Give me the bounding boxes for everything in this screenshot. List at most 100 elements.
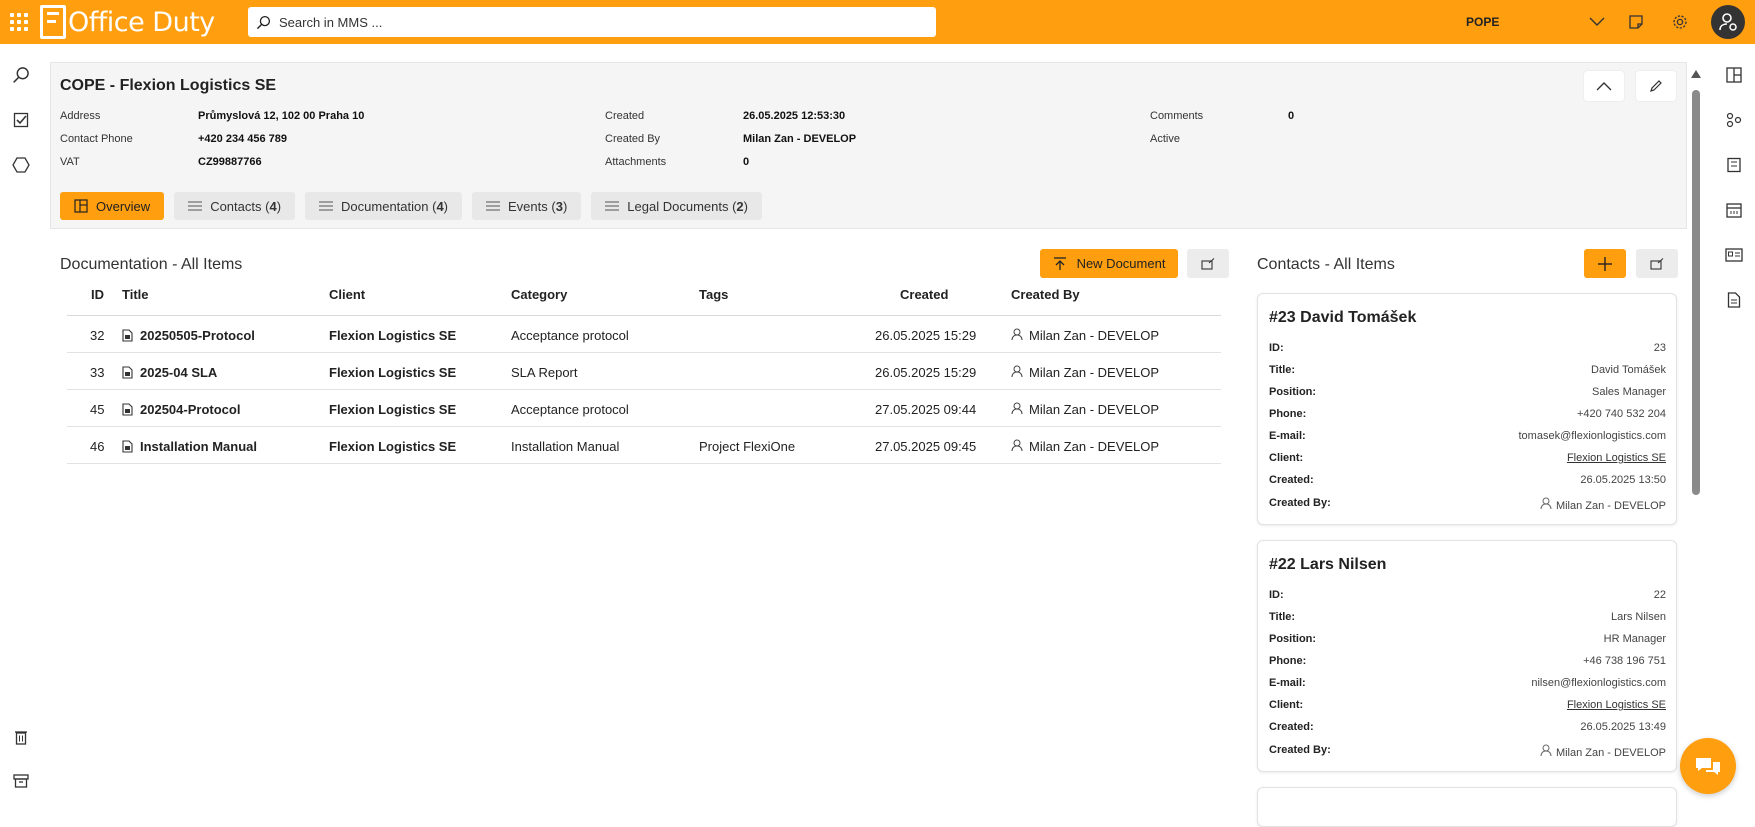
contact-card[interactable] bbox=[1257, 787, 1677, 827]
tab-legal-documents[interactable]: Legal Documents (2) bbox=[591, 192, 762, 220]
logo-mark-icon bbox=[40, 5, 66, 39]
list-icon bbox=[188, 201, 203, 211]
user-icon bbox=[1011, 365, 1023, 378]
plus-icon bbox=[1598, 256, 1612, 271]
contact-field-created: Created: 26.05.2025 13:49 bbox=[1269, 721, 1666, 733]
left-sidebar bbox=[0, 44, 42, 813]
tab-events[interactable]: Events (3) bbox=[472, 192, 582, 220]
calendar-icon[interactable] bbox=[1723, 199, 1745, 221]
tab-documentation[interactable]: Documentation (4) bbox=[305, 192, 463, 220]
new-document-button[interactable]: New Document bbox=[1040, 249, 1178, 278]
chat-button[interactable] bbox=[1680, 738, 1736, 794]
user-icon bbox=[1540, 497, 1552, 510]
upload-icon bbox=[1053, 256, 1066, 270]
archive-icon[interactable] bbox=[10, 770, 32, 792]
column-header-created[interactable]: Created bbox=[900, 287, 948, 302]
right-sidebar bbox=[1713, 44, 1755, 813]
workflow-icon[interactable] bbox=[1723, 109, 1745, 131]
app-logo[interactable]: Office Duty bbox=[40, 4, 215, 40]
edit-button[interactable] bbox=[1636, 71, 1676, 101]
table-header-row: ID Title Client Category Tags Created Cr… bbox=[67, 287, 1221, 316]
dashboard-layout-icon[interactable] bbox=[1723, 64, 1745, 86]
document-title-link[interactable]: 20250505-Protocol bbox=[140, 328, 255, 343]
document-title-link[interactable]: 2025-04 SLA bbox=[140, 365, 217, 380]
file-icon bbox=[122, 366, 133, 379]
open-external-icon bbox=[1650, 257, 1664, 270]
top-bar: Office Duty Search in MMS ... POPE bbox=[0, 0, 1755, 44]
scroll-up-arrow-icon[interactable] bbox=[1691, 70, 1701, 78]
notes-icon[interactable] bbox=[1625, 11, 1647, 33]
contacts-open-external-button[interactable] bbox=[1636, 249, 1678, 278]
list-icon bbox=[605, 201, 620, 211]
chevron-up-icon bbox=[1596, 82, 1612, 91]
contact-field-id: ID: 22 bbox=[1269, 589, 1666, 601]
column-header-created-by[interactable]: Created By bbox=[1011, 287, 1080, 302]
table-row[interactable]: 32 20250505-Protocol Flexion Logistics S… bbox=[67, 316, 1221, 353]
contact-card-icon[interactable] bbox=[1723, 244, 1745, 266]
user-icon bbox=[1540, 744, 1552, 757]
search-nav-icon[interactable] bbox=[10, 64, 32, 86]
page-scrollbar[interactable] bbox=[1690, 70, 1702, 790]
client-link[interactable]: Flexion Logistics SE bbox=[1567, 452, 1666, 464]
column-header-category[interactable]: Category bbox=[511, 287, 567, 302]
documentation-open-external-button[interactable] bbox=[1187, 249, 1229, 278]
contact-field-email: E-mail: nilsen@flexionlogistics.com bbox=[1269, 677, 1666, 689]
chevron-down-icon[interactable] bbox=[1586, 11, 1608, 33]
list-icon bbox=[319, 201, 334, 211]
layout-icon bbox=[74, 199, 88, 213]
contact-field-client: Client: Flexion Logistics SE bbox=[1269, 699, 1666, 711]
gear-icon[interactable] bbox=[1669, 11, 1691, 33]
client-tabs: Overview Contacts (4) Documentation (4) … bbox=[60, 192, 762, 220]
chat-bubbles-icon bbox=[1696, 758, 1720, 775]
contact-field-title: Title: David Tomášek bbox=[1269, 364, 1666, 376]
contact-field-client: Client: Flexion Logistics SE bbox=[1269, 452, 1666, 464]
user-avatar[interactable] bbox=[1711, 5, 1745, 39]
user-icon bbox=[1011, 439, 1023, 452]
contact-field-created-by: Created By: Milan Zan - DEVELOP bbox=[1269, 744, 1666, 759]
trash-icon[interactable] bbox=[10, 726, 32, 748]
add-contact-button[interactable] bbox=[1584, 249, 1626, 278]
page-title: COPE - Flexion Logistics SE bbox=[60, 77, 277, 94]
clipboard-icon[interactable] bbox=[1723, 154, 1745, 176]
client-link[interactable]: Flexion Logistics SE bbox=[1567, 699, 1666, 711]
file-icon bbox=[122, 329, 133, 342]
user-icon bbox=[1011, 328, 1023, 341]
column-header-id[interactable]: ID bbox=[91, 287, 104, 302]
tab-contacts[interactable]: Contacts (4) bbox=[174, 192, 296, 220]
collapse-button[interactable] bbox=[1584, 71, 1624, 101]
current-user-label[interactable]: POPE bbox=[1466, 15, 1499, 29]
contact-field-title: Title: Lars Nilsen bbox=[1269, 611, 1666, 623]
contact-card[interactable]: #22 Lars Nilsen ID: 22 Title: Lars Nilsen … bbox=[1257, 540, 1677, 772]
contact-card-heading[interactable]: #23 David Tomášek bbox=[1269, 309, 1416, 327]
tasks-checkbox-icon[interactable] bbox=[10, 109, 32, 131]
contact-field-id: ID: 23 bbox=[1269, 342, 1666, 354]
document-title-link[interactable]: Installation Manual bbox=[140, 439, 257, 454]
contact-field-phone: Phone: +420 740 532 204 bbox=[1269, 408, 1666, 420]
search-input[interactable]: Search in MMS ... bbox=[248, 7, 936, 37]
contact-field-created: Created: 26.05.2025 13:50 bbox=[1269, 474, 1666, 486]
contact-card-heading[interactable]: #22 Lars Nilsen bbox=[1269, 556, 1386, 574]
user-icon bbox=[1011, 402, 1023, 415]
column-header-client[interactable]: Client bbox=[329, 287, 365, 302]
app-launcher-icon[interactable] bbox=[8, 11, 30, 33]
table-row[interactable]: 45 202504-Protocol Flexion Logistics SE … bbox=[67, 390, 1221, 427]
logo-text: Office Duty bbox=[68, 6, 215, 38]
search-placeholder: Search in MMS ... bbox=[279, 14, 383, 30]
contact-field-position: Position: Sales Manager bbox=[1269, 386, 1666, 398]
list-icon bbox=[486, 201, 501, 211]
column-header-tags[interactable]: Tags bbox=[699, 287, 728, 302]
file-icon bbox=[122, 403, 133, 416]
table-row[interactable]: 33 2025-04 SLA Flexion Logistics SE SLA … bbox=[67, 353, 1221, 390]
contact-field-email: E-mail: tomasek@flexionlogistics.com bbox=[1269, 430, 1666, 442]
contact-card[interactable]: #23 David Tomášek ID: 23 Title: David Tomá… bbox=[1257, 293, 1677, 525]
tab-overview[interactable]: Overview bbox=[60, 192, 165, 220]
document-icon[interactable] bbox=[1723, 289, 1745, 311]
document-title-link[interactable]: 202504-Protocol bbox=[140, 402, 240, 417]
table-row[interactable]: 46 Installation Manual Flexion Logistics… bbox=[67, 427, 1221, 464]
file-icon bbox=[122, 440, 133, 453]
contacts-section-title: Contacts - All Items bbox=[1257, 256, 1395, 273]
contact-field-created-by: Created By: Milan Zan - DEVELOP bbox=[1269, 497, 1666, 512]
column-header-title[interactable]: Title bbox=[122, 287, 149, 302]
hexagon-icon[interactable] bbox=[10, 154, 32, 176]
scroll-thumb[interactable] bbox=[1692, 90, 1700, 495]
